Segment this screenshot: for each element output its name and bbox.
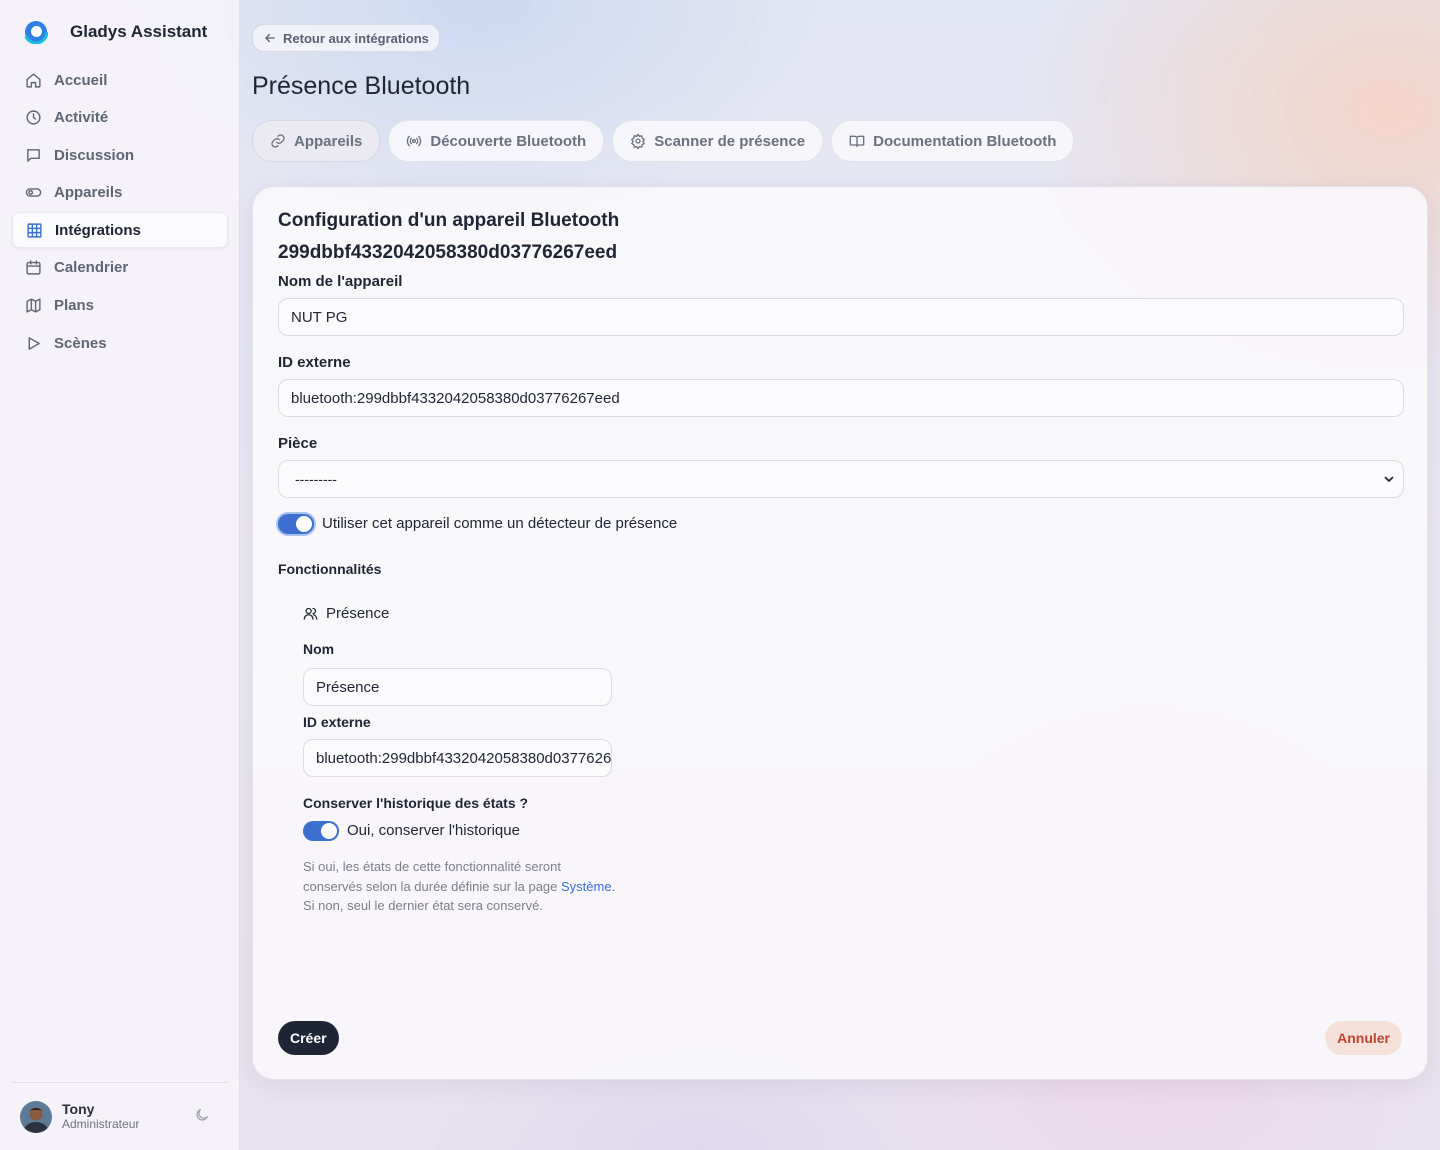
sidebar-item-label: Appareils	[54, 184, 123, 202]
presence-detector-toggle[interactable]	[278, 514, 314, 534]
user-info: Tony Administrateur	[62, 1100, 140, 1132]
user-profile[interactable]: Tony Administrateur	[12, 1082, 228, 1150]
help-text-before: Si oui, les états de cette fonctionnalit…	[303, 859, 561, 894]
gladys-logo-icon	[24, 20, 48, 44]
tab-label: Découverte Bluetooth	[430, 132, 587, 150]
external-id-value: bluetooth:299dbbf4332042058380d03776267e…	[291, 389, 620, 407]
sidebar-item-label: Plans	[54, 297, 95, 315]
feature-type-label: Présence	[326, 605, 390, 622]
arrow-left-icon	[265, 33, 275, 43]
feature-presence-header: Présence	[303, 605, 389, 622]
sidebar-item-label: Scènes	[54, 334, 107, 352]
sidebar-item-calendrier[interactable]: Calendrier	[12, 250, 228, 286]
grid-icon	[27, 223, 42, 238]
device-name-label: Nom de l'appareil	[278, 273, 403, 290]
tab-documentation-bluetooth[interactable]: Documentation Bluetooth	[831, 120, 1075, 162]
sidebar-nav: Accueil Activité Discussion Appareils In…	[12, 62, 228, 363]
tab-scanner-presence[interactable]: Scanner de présence	[612, 120, 824, 162]
feature-name-input[interactable]: Présence	[303, 668, 612, 706]
external-id-input[interactable]: bluetooth:299dbbf4332042058380d03776267e…	[278, 379, 1404, 417]
users-icon	[303, 607, 318, 620]
sidebar-item-label: Activité	[54, 109, 109, 127]
moon-icon[interactable]	[194, 1107, 210, 1123]
play-icon	[28, 336, 40, 350]
feature-external-id-input[interactable]: bluetooth:299dbbf4332042058380d03776267e…	[303, 739, 612, 777]
sidebar: Gladys Assistant Accueil Activité Discus…	[0, 0, 240, 1150]
calendar-icon	[26, 260, 41, 276]
cancel-button[interactable]: Annuler	[1325, 1021, 1402, 1055]
sidebar-item-scenes[interactable]: Scènes	[12, 325, 228, 361]
sidebar-item-label: Intégrations	[55, 221, 141, 239]
gear-icon	[631, 133, 646, 149]
broadcast-icon	[407, 135, 422, 147]
presence-detector-label: Utiliser cet appareil comme un détecteur…	[322, 515, 678, 532]
user-name: Tony	[62, 1100, 95, 1117]
app-name: Gladys Assistant	[70, 22, 208, 41]
keep-history-toggle-label: Oui, conserver l'historique	[347, 822, 520, 839]
sidebar-item-label: Calendrier	[54, 259, 129, 277]
history-label: Conserver l'historique des états ?	[303, 795, 529, 811]
device-name-value: NUT PG	[291, 308, 348, 326]
external-id-label: ID externe	[278, 354, 351, 371]
link-icon	[271, 134, 285, 148]
history-help-text: Si oui, les états de cette fonctionnalit…	[303, 857, 623, 916]
back-to-integrations-button[interactable]: Retour aux intégrations	[252, 24, 440, 52]
sidebar-item-label: Discussion	[54, 146, 135, 164]
device-config-card: Configuration d'un appareil Bluetooth 29…	[252, 186, 1428, 1080]
feature-external-id-value: bluetooth:299dbbf4332042058380d03776267e…	[316, 749, 612, 767]
user-role: Administrateur	[62, 1116, 140, 1131]
book-icon	[849, 135, 865, 147]
avatar	[20, 1100, 52, 1133]
tab-label: Scanner de présence	[654, 132, 806, 150]
chat-icon	[27, 148, 40, 162]
keep-history-toggle[interactable]	[303, 821, 339, 841]
features-label: Fonctionnalités	[278, 561, 382, 577]
feature-name-label: Nom	[303, 641, 335, 657]
map-icon	[26, 298, 41, 313]
chevron-down-icon	[1384, 476, 1394, 482]
create-button[interactable]: Créer	[278, 1021, 339, 1055]
sidebar-item-activite[interactable]: Activité	[12, 100, 228, 136]
page-title: Présence Bluetooth	[252, 72, 471, 100]
home-icon	[26, 72, 41, 88]
device-name-input[interactable]: NUT PG	[278, 298, 1404, 336]
sidebar-item-accueil[interactable]: Accueil	[12, 62, 228, 98]
sidebar-item-plans[interactable]: Plans	[12, 288, 228, 324]
feature-name-value: Présence	[316, 678, 380, 696]
sidebar-item-integrations[interactable]: Intégrations	[12, 212, 228, 249]
room-select[interactable]: ---------	[278, 460, 1404, 498]
room-label: Pièce	[278, 435, 318, 452]
room-value: ---------	[295, 471, 337, 487]
tab-label: Documentation Bluetooth	[873, 132, 1057, 150]
back-label: Retour aux intégrations	[283, 30, 429, 46]
tab-appareils[interactable]: Appareils	[252, 120, 381, 162]
tab-decouverte-bluetooth[interactable]: Découverte Bluetooth	[388, 120, 605, 162]
toggle-icon	[25, 188, 42, 198]
clock-icon	[26, 110, 41, 125]
systeme-link[interactable]: Système	[561, 879, 612, 894]
main-content: Retour aux intégrations Présence Bluetoo…	[252, 0, 1428, 1150]
feature-external-id-label: ID externe	[303, 714, 371, 730]
tab-bar: Appareils Découverte Bluetooth Scanner d…	[252, 120, 1075, 162]
brand[interactable]: Gladys Assistant	[24, 20, 207, 44]
card-title: Configuration d'un appareil Bluetooth 29…	[278, 210, 620, 263]
sidebar-item-label: Accueil	[54, 71, 108, 89]
tab-label: Appareils	[294, 132, 363, 150]
sidebar-item-appareils[interactable]: Appareils	[12, 175, 228, 211]
sidebar-item-discussion[interactable]: Discussion	[12, 137, 228, 173]
